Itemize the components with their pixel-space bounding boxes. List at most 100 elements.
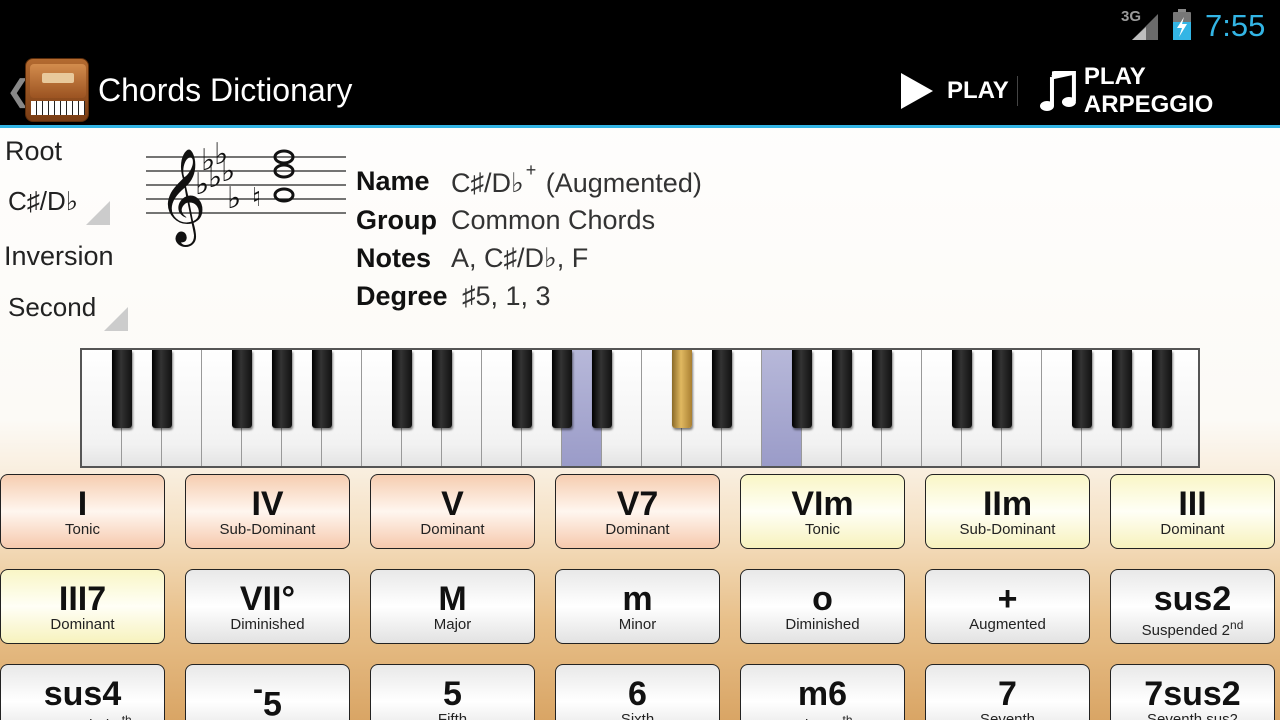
chord-button[interactable]: 7sus2 Seventh sus2 — [1110, 664, 1275, 720]
black-key[interactable] — [832, 350, 852, 428]
chord-symbol: + — [997, 580, 1018, 618]
battery-charging-icon — [1173, 9, 1191, 40]
root-spinner[interactable]: C♯/D♭ — [8, 186, 111, 225]
black-key[interactable] — [312, 350, 332, 428]
piano-keyboard[interactable] — [80, 348, 1200, 468]
staff-notation: 𝄞 ♭ ♭ ♭ ♭ ♭ ♭ ♮ — [146, 138, 346, 247]
black-key[interactable] — [552, 350, 572, 428]
status-bar: 3G 7:55 — [0, 0, 1280, 52]
root-label: Root — [5, 136, 63, 166]
chord-symbol: III — [1178, 485, 1207, 523]
inversion-spinner[interactable]: Second — [8, 292, 129, 331]
action-bar: ❮ Chords Dictionary PLAY PLAY ARPEGGIO — [0, 52, 1280, 128]
svg-text:♮: ♮ — [252, 183, 261, 213]
black-key[interactable] — [712, 350, 732, 428]
black-key[interactable] — [792, 350, 812, 428]
chord-symbol: sus4 — [43, 675, 122, 713]
chord-button[interactable]: V7 Dominant — [555, 474, 720, 549]
chord-button[interactable]: + Augmented — [925, 569, 1090, 644]
black-key[interactable] — [272, 350, 292, 428]
black-key[interactable] — [1072, 350, 1092, 428]
chord-button[interactable]: sus4Suspended 4th — [0, 664, 165, 720]
chord-button[interactable]: VIm Tonic — [740, 474, 905, 549]
chord-button[interactable]: IIm Sub-Dominant — [925, 474, 1090, 549]
chord-symbol: I — [77, 485, 88, 523]
inversion-label: Inversion — [4, 241, 114, 271]
black-key[interactable] — [1112, 350, 1132, 428]
chord-symbol: V7 — [616, 485, 659, 523]
chord-button[interactable]: 7 Seventh — [925, 664, 1090, 720]
chord-button[interactable]: III7 Dominant — [0, 569, 165, 644]
chord-description: Seventh — [979, 711, 1036, 720]
black-key[interactable] — [512, 350, 532, 428]
chord-description: Sub-Dominant — [959, 521, 1056, 538]
root-value: C♯/D♭ — [8, 186, 79, 216]
black-key[interactable] — [392, 350, 412, 428]
chord-symbol: III7 — [58, 580, 107, 618]
chord-button[interactable]: M Major — [370, 569, 535, 644]
chord-button[interactable]: m6Minor 6th — [740, 664, 905, 720]
chord-button[interactable]: 6 Sixth — [555, 664, 720, 720]
info-name-row: Name C♯/D♭ + (Augmented) — [356, 160, 702, 199]
chord-button[interactable]: o Diminished — [740, 569, 905, 644]
chord-description: Dominant — [1160, 521, 1225, 538]
chord-description: Seventh sus2 — [1147, 711, 1238, 720]
black-key[interactable] — [152, 350, 172, 428]
black-key[interactable] — [232, 350, 252, 428]
clock: 7:55 — [1205, 8, 1266, 43]
play-button[interactable]: PLAY — [896, 66, 1009, 116]
play-arpeggio-label: PLAY ARPEGGIO — [1083, 63, 1214, 118]
group-value: Common Chords — [451, 205, 656, 235]
chord-button[interactable]: m Minor — [555, 569, 720, 644]
chord-button[interactable]: 5 Fifth — [370, 664, 535, 720]
black-key[interactable] — [592, 350, 612, 428]
degree-label: Degree — [356, 281, 448, 311]
play-icon — [901, 73, 933, 109]
chord-button[interactable]: sus2 Suspended 2nd — [1110, 569, 1275, 644]
chord-description: Tonic — [804, 521, 841, 538]
chord-symbol: sus2 — [1153, 580, 1232, 618]
info-notes-row: Notes A, C♯/D♭, F — [356, 243, 588, 274]
black-key[interactable] — [112, 350, 132, 428]
chord-button[interactable]: V Dominant — [370, 474, 535, 549]
chord-description: Suspended 2nd — [1141, 618, 1244, 639]
black-key[interactable] — [1152, 350, 1172, 428]
info-degree-row: Degree ♯5, 1, 3 — [356, 281, 551, 312]
svg-text:♭: ♭ — [227, 181, 241, 216]
chord-description: Dominant — [605, 521, 670, 538]
chord-symbol: m — [622, 580, 653, 618]
app-title: Chords Dictionary — [98, 72, 353, 108]
name-value: C♯/D♭ + (Augmented) — [451, 160, 702, 198]
chord-symbol: 7sus2 — [1144, 675, 1241, 713]
chord-description: Tonic — [64, 521, 101, 538]
action-divider — [1017, 76, 1018, 106]
app-icon[interactable] — [25, 58, 89, 122]
chord-button[interactable]: I Tonic — [0, 474, 165, 549]
chord-symbol: 7 — [998, 675, 1017, 713]
group-label: Group — [356, 205, 437, 235]
black-key[interactable] — [952, 350, 972, 428]
chord-button[interactable]: IV Sub-Dominant — [185, 474, 350, 549]
chord-button[interactable]: III Dominant — [1110, 474, 1275, 549]
chord-symbol: 6 — [628, 675, 647, 713]
spinner-corner-icon — [104, 307, 129, 331]
chord-symbol: 5 — [443, 675, 462, 713]
chord-description: Diminished — [230, 616, 305, 633]
music-note-icon — [1040, 71, 1076, 111]
black-key[interactable] — [992, 350, 1012, 428]
black-key[interactable] — [432, 350, 452, 428]
black-key[interactable] — [872, 350, 892, 428]
chord-description: Suspended 4th — [33, 713, 132, 720]
chord-symbol: o — [812, 580, 833, 618]
chord-symbol: -5 — [253, 673, 282, 720]
chord-button[interactable]: VII° Diminished — [185, 569, 350, 644]
chord-button[interactable]: -5Flat Fifth — [185, 664, 350, 720]
chord-description: Major — [433, 616, 472, 633]
chord-symbol: VII° — [239, 580, 296, 618]
play-arpeggio-button[interactable]: PLAY ARPEGGIO — [1040, 63, 1280, 118]
chord-symbol: IIm — [982, 485, 1033, 523]
info-group-row: Group Common Chords — [356, 205, 655, 236]
chord-description: Dominant — [50, 616, 115, 633]
play-label: PLAY — [947, 77, 1009, 104]
black-key[interactable] — [672, 350, 692, 428]
